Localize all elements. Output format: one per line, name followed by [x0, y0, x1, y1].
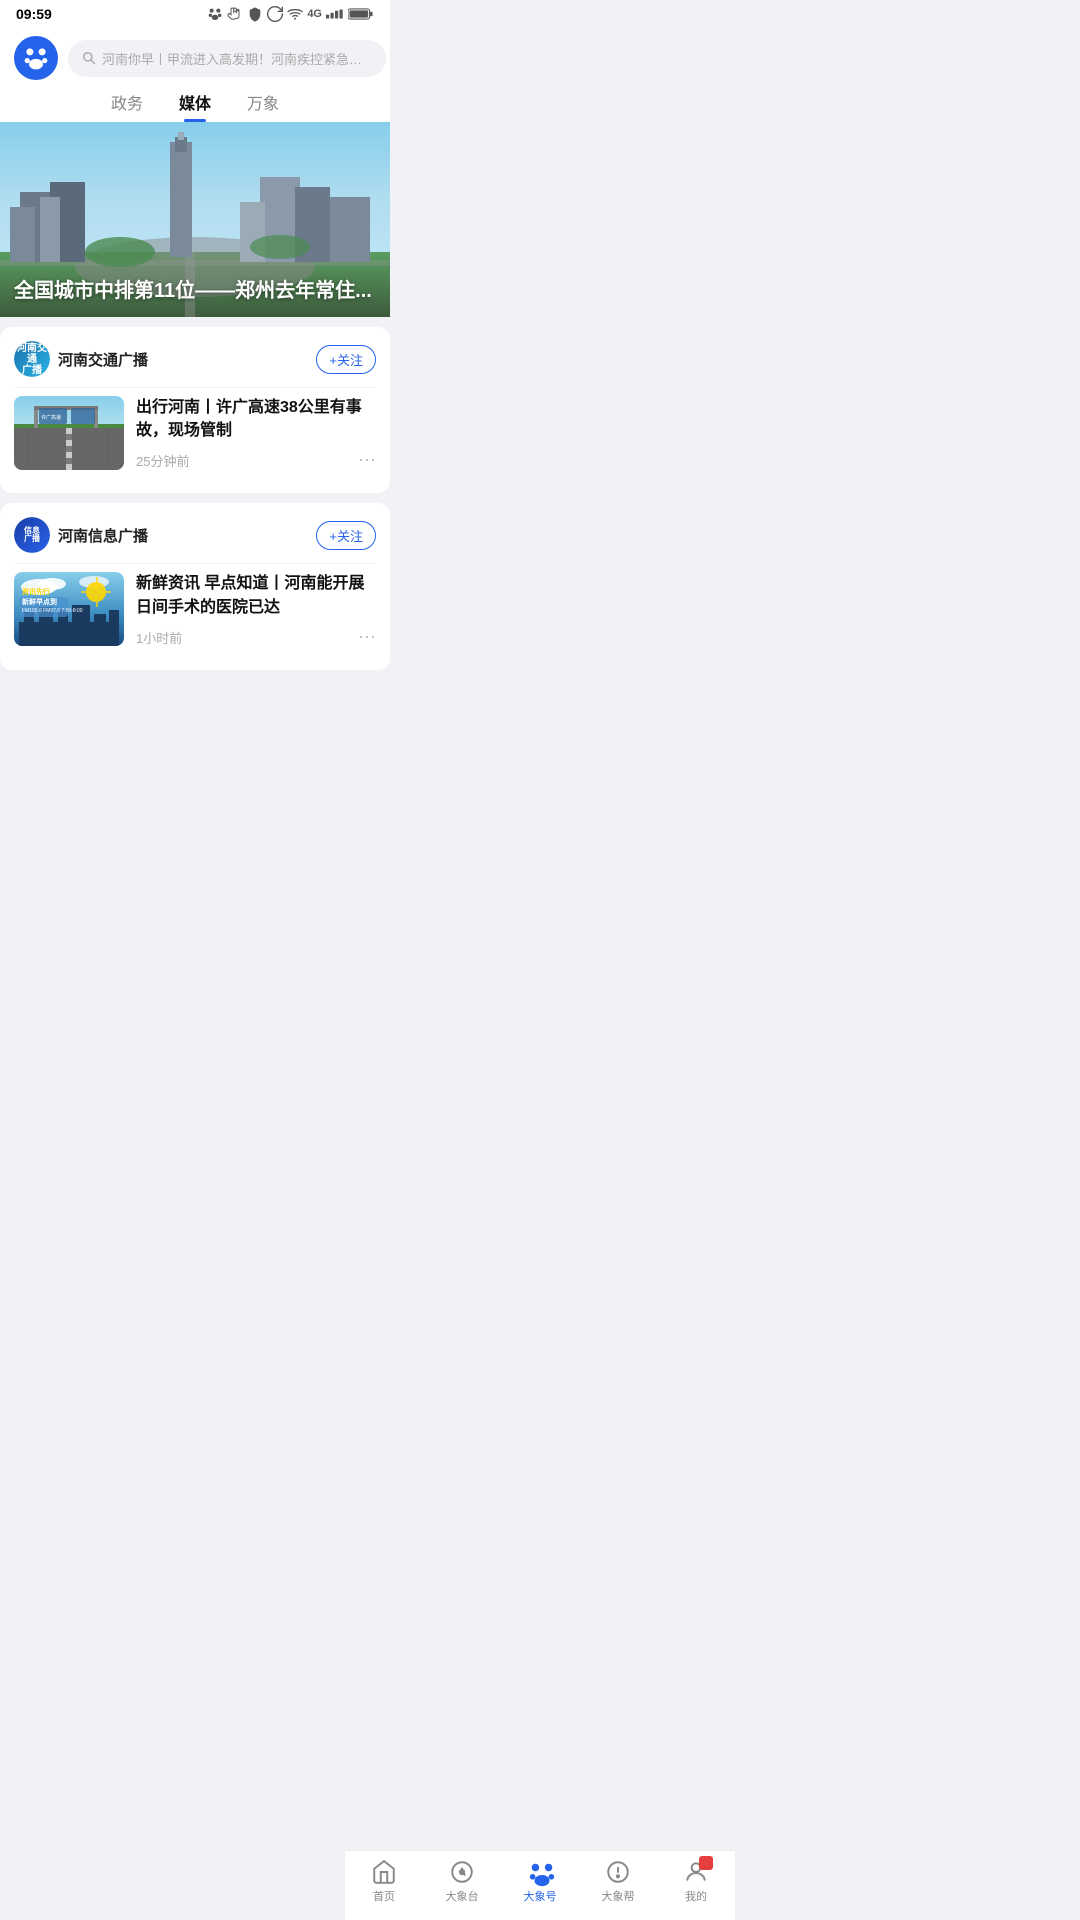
home-icon — [371, 1859, 397, 1885]
tab-wanxiang[interactable]: 万象 — [247, 90, 279, 122]
nav-daxiangbang-label: 大象帮 — [602, 1888, 635, 1904]
daxiangtai-icon — [449, 1859, 475, 1885]
mine-badge — [699, 1856, 713, 1870]
avatar-info: 信息广播 — [14, 517, 50, 553]
follow-btn-1[interactable]: +关注 — [316, 345, 376, 374]
tab-media[interactable]: 媒体 — [179, 90, 211, 122]
search-bar[interactable]: 河南你早丨甲流进入高发期！河南疾控紧急提醒；... — [68, 40, 386, 77]
news-title-1: 出行河南丨许广高速38公里有事故，现场管制 — [136, 396, 376, 442]
news-time-1: 25分钟前 — [136, 451, 189, 470]
battery-icon — [348, 7, 374, 21]
header: 河南你早丨甲流进入高发期！河南疾控紧急提醒；... — [0, 28, 390, 80]
wifi-icon — [287, 6, 303, 22]
news-card-1: 河南交通广播 河南交通广播 +关注 — [0, 327, 390, 493]
tab-politics[interactable]: 政务 — [111, 90, 143, 122]
refresh-status-icon — [267, 6, 283, 22]
news-title-2: 新鲜资讯 早点知道丨河南能开展日间手术的医院已达 — [136, 572, 376, 618]
news-content: 河南交通广播 河南交通广播 +关注 — [0, 317, 390, 690]
news-item-1[interactable]: 许广高速 出行河南丨许广高速38公里有事故，现场管制 25分钟前 ⋯ — [14, 387, 376, 479]
source-name-1: 河南交通广播 — [58, 349, 148, 370]
status-icons: 4G — [207, 6, 374, 22]
more-btn-1[interactable]: ⋯ — [358, 450, 376, 471]
nav-home-label: 首页 — [373, 1888, 395, 1904]
news-text-2: 新鲜资讯 早点知道丨河南能开展日间手术的医院已达 1小时前 ⋯ — [136, 572, 376, 647]
nav-daxianghao-label: 大象号 — [524, 1888, 557, 1904]
follow-btn-2[interactable]: +关注 — [316, 521, 376, 550]
search-placeholder: 河南你早丨甲流进入高发期！河南疾控紧急提醒；... — [102, 49, 372, 68]
avatar-traffic: 河南交通广播 — [14, 341, 50, 377]
svg-text:许广高速: 许广高速 — [41, 414, 61, 421]
svg-text:FM105.6 FM97.6 7:00-8:00: FM105.6 FM97.6 7:00-8:00 — [22, 608, 83, 614]
nav-daxianghao[interactable]: 大象号 — [512, 1859, 568, 1904]
hero-banner[interactable]: 全国城市中排第11位——郑州去年常住... — [0, 122, 390, 317]
news-meta-1: 25分钟前 ⋯ — [136, 450, 376, 471]
source-info-1: 河南交通广播 河南交通广播 — [14, 341, 148, 377]
app-logo[interactable] — [14, 36, 58, 80]
source-name-2: 河南信息广播 — [58, 525, 148, 546]
news-time-2: 1小时前 — [136, 628, 182, 647]
nav-mine[interactable]: 我的 — [668, 1859, 724, 1904]
paw-status-icon — [207, 6, 223, 22]
signal-bars-icon — [326, 8, 344, 20]
svg-text:资讯先行: 资讯先行 — [22, 587, 50, 596]
source-row-1: 河南交通广播 河南交通广播 +关注 — [14, 341, 376, 377]
news-text-1: 出行河南丨许广高速38公里有事故，现场管制 25分钟前 ⋯ — [136, 396, 376, 471]
nav-mine-label: 我的 — [685, 1888, 707, 1904]
paw-logo-icon — [22, 44, 50, 72]
search-icon — [82, 51, 96, 65]
news-item-2[interactable]: 资讯先行 新鲜早点到 FM105.6 FM97.6 7:00-8:00 新鲜资讯… — [14, 563, 376, 655]
nav-daxiangtai-label: 大象台 — [446, 1888, 479, 1904]
news-thumb-2: 资讯先行 新鲜早点到 FM105.6 FM97.6 7:00-8:00 — [14, 572, 124, 646]
source-info-2: 信息广播 河南信息广播 — [14, 517, 148, 553]
main-content: 全国城市中排第11位——郑州去年常住... 河南交通广播 河南交通广播 +关注 — [0, 122, 390, 770]
nav-daxiangtai[interactable]: 大象台 — [434, 1859, 490, 1904]
hero-caption: 全国城市中排第11位——郑州去年常住... — [14, 274, 372, 303]
nav-daxiangbang[interactable]: 大象帮 — [590, 1859, 646, 1904]
info-thumbnail: 资讯先行 新鲜早点到 FM105.6 FM97.6 7:00-8:00 — [14, 572, 124, 646]
status-time: 09:59 — [16, 6, 52, 22]
news-thumb-1: 许广高速 — [14, 396, 124, 470]
svg-text:新鲜早点到: 新鲜早点到 — [22, 597, 57, 606]
tab-bar: 政务 媒体 万象 — [0, 80, 390, 122]
bottom-nav: 首页 大象台 大象号 — [345, 1850, 735, 1920]
signal-text: 4G — [307, 8, 322, 20]
road-thumbnail: 许广高速 — [14, 396, 124, 470]
more-btn-2[interactable]: ⋯ — [358, 627, 376, 648]
hand-status-icon — [227, 6, 243, 22]
status-bar: 09:59 4G — [0, 0, 390, 28]
news-meta-2: 1小时前 ⋯ — [136, 627, 376, 648]
daxiangbang-icon — [605, 1859, 631, 1885]
shield-status-icon — [247, 6, 263, 22]
news-card-2: 信息广播 河南信息广播 +关注 — [0, 503, 390, 669]
source-row-2: 信息广播 河南信息广播 +关注 — [14, 517, 376, 553]
nav-home[interactable]: 首页 — [356, 1859, 412, 1904]
daxianghao-icon — [527, 1859, 553, 1885]
mine-icon — [683, 1859, 709, 1885]
